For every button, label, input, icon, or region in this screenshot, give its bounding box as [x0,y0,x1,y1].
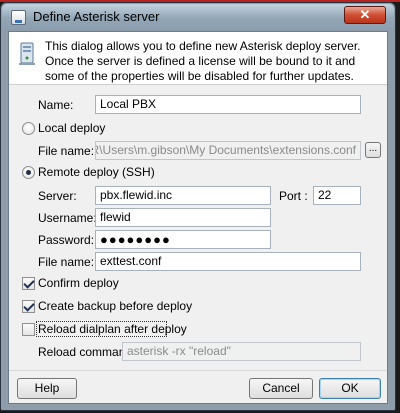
button-separator [9,370,387,371]
reload-dialplan-checkbox[interactable] [22,323,35,336]
local-deploy-radio[interactable] [22,122,35,135]
window-title: Define Asterisk server [33,9,160,24]
port-label: Port : [279,189,308,203]
dialog-description: This dialog allows you to define new Ast… [45,39,361,83]
create-backup-label[interactable]: Create backup before deploy [38,299,192,313]
local-deploy-label[interactable]: Local deploy [38,121,105,135]
confirm-deploy-label[interactable]: Confirm deploy [38,276,119,290]
local-file-name-field[interactable]: -SERVER\Users\m.gibson\My Documents\exte… [95,141,361,160]
port-field[interactable]: 22 [313,186,361,205]
server-icon [19,42,35,65]
server-field[interactable]: pbx.flewid.inc [95,186,271,205]
reload-command-label: Reload command: [38,345,136,359]
browse-button[interactable]: ... [365,142,381,158]
local-file-name-value: -SERVER\Users\m.gibson\My Documents\exte… [96,143,356,157]
username-field[interactable]: flewid [95,208,271,227]
remote-deploy-label[interactable]: Remote deploy (SSH) [38,165,155,179]
server-label: Server: [38,189,77,203]
name-label: Name: [38,98,74,112]
create-backup-checkbox[interactable] [22,300,35,313]
title-bar[interactable]: Define Asterisk server ✕ [2,4,394,30]
remote-file-name-field[interactable]: exttest.conf [95,252,361,271]
reload-dialplan-label[interactable]: Reload dialplan after deploy [38,322,187,336]
dialog-window: Define Asterisk server ✕ This dialog all… [0,2,396,411]
remote-deploy-radio[interactable] [22,166,35,179]
dialog-body: This dialog allows you to define new Ast… [8,31,388,404]
name-field[interactable]: Local PBX [95,95,361,114]
app-icon [11,10,26,25]
reload-command-field[interactable]: asterisk -rx "reload" [122,342,361,361]
close-button[interactable]: ✕ [344,6,386,24]
close-icon: ✕ [359,7,371,22]
cancel-button[interactable]: Cancel [249,378,313,399]
confirm-deploy-checkbox[interactable] [22,277,35,290]
local-file-name-label: File name: [38,144,95,158]
dialog-header: This dialog allows you to define new Ast… [9,32,387,85]
username-label: Username: [38,211,97,225]
password-label: Password: [38,233,95,247]
remote-file-name-label: File name: [38,255,95,269]
password-field[interactable]: ●●●●●●●● [95,230,271,249]
help-button[interactable]: Help [17,378,77,399]
ok-button[interactable]: OK [319,378,381,399]
